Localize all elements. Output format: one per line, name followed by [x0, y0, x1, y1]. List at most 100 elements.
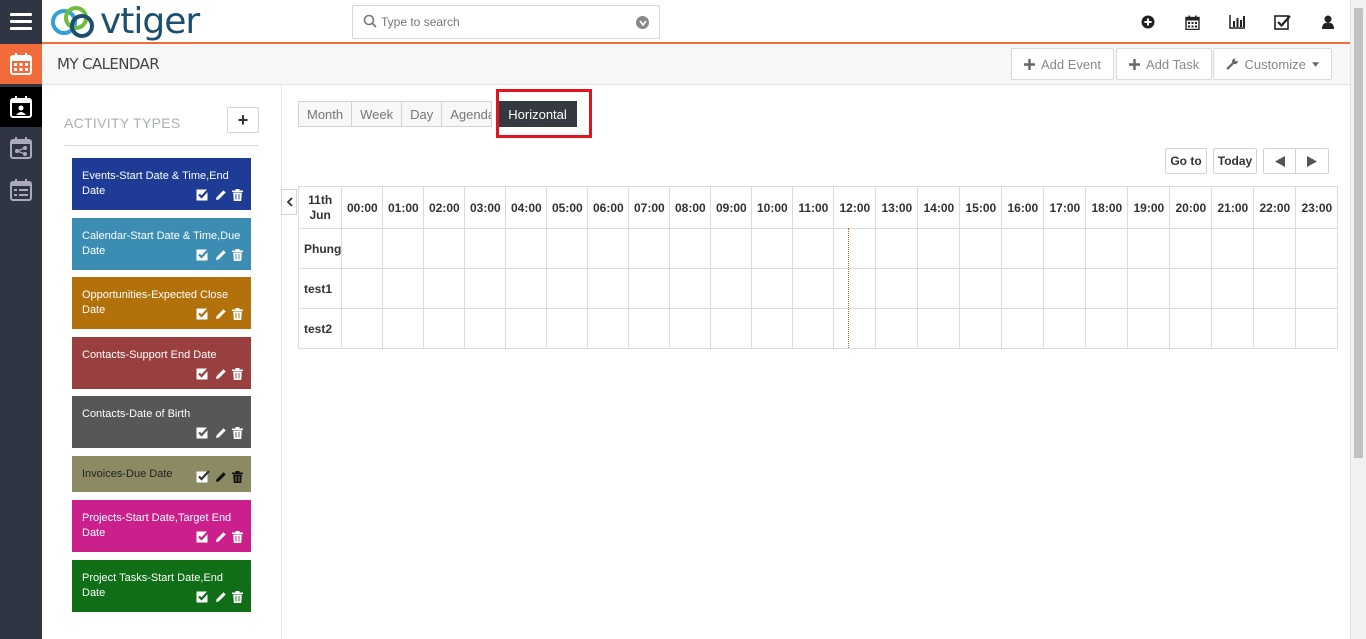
time-slot[interactable]: [917, 268, 961, 309]
trash-icon[interactable]: [232, 307, 243, 320]
time-slot[interactable]: [587, 308, 630, 349]
time-slot[interactable]: [875, 228, 919, 269]
global-search[interactable]: [352, 5, 660, 39]
visibility-checkbox-icon[interactable]: [196, 530, 210, 543]
time-slot[interactable]: [710, 228, 753, 269]
collapse-sidebar-button[interactable]: [281, 189, 297, 215]
time-slot[interactable]: [341, 308, 384, 349]
time-slot[interactable]: [875, 308, 919, 349]
activity-type-item[interactable]: Contacts-Support End Date: [72, 337, 251, 389]
time-slot[interactable]: [917, 228, 961, 269]
time-slot[interactable]: [423, 308, 466, 349]
visibility-checkbox-icon[interactable]: [196, 426, 210, 439]
edit-icon[interactable]: [215, 189, 227, 201]
time-slot[interactable]: [1127, 268, 1171, 309]
time-slot[interactable]: [751, 228, 794, 269]
visibility-checkbox-icon[interactable]: [196, 188, 210, 201]
trash-icon[interactable]: [232, 426, 243, 439]
time-slot[interactable]: [1085, 268, 1129, 309]
time-slot[interactable]: [959, 228, 1003, 269]
time-slot[interactable]: [1001, 228, 1045, 269]
time-slot[interactable]: [1043, 268, 1087, 309]
tab-week[interactable]: Week: [351, 101, 403, 127]
time-slot[interactable]: [505, 268, 548, 309]
time-slot[interactable]: [1295, 308, 1339, 349]
time-slot[interactable]: [464, 228, 507, 269]
edit-icon[interactable]: [215, 308, 227, 320]
time-slot[interactable]: [875, 268, 919, 309]
time-slot[interactable]: [546, 228, 589, 269]
scrollbar-thumb[interactable]: [1354, 8, 1363, 458]
trash-icon[interactable]: [232, 590, 243, 603]
trash-icon[interactable]: [232, 188, 243, 201]
tab-agenda[interactable]: Agenda: [441, 101, 493, 127]
time-slot[interactable]: [917, 308, 961, 349]
shared-calendar-icon[interactable]: [0, 128, 42, 168]
time-slot[interactable]: [959, 308, 1003, 349]
time-slot[interactable]: [959, 268, 1003, 309]
time-slot[interactable]: [382, 308, 425, 349]
time-slot[interactable]: [505, 228, 548, 269]
time-slot[interactable]: [341, 268, 384, 309]
tab-month[interactable]: Month: [298, 101, 353, 127]
calendar-icon[interactable]: [1170, 0, 1215, 44]
time-slot[interactable]: [1253, 268, 1297, 309]
prev-button[interactable]: [1263, 148, 1296, 174]
time-slot[interactable]: [382, 228, 425, 269]
add-activity-type-button[interactable]: +: [227, 107, 259, 133]
activity-type-item[interactable]: Events-Start Date & Time,End Date: [72, 158, 251, 210]
time-slot[interactable]: [1211, 308, 1255, 349]
time-slot[interactable]: [710, 308, 753, 349]
time-slot[interactable]: [341, 228, 384, 269]
trash-icon[interactable]: [232, 530, 243, 543]
edit-icon[interactable]: [215, 249, 227, 261]
time-slot[interactable]: [669, 268, 712, 309]
trash-icon[interactable]: [232, 248, 243, 261]
scrollbar[interactable]: [1350, 0, 1366, 639]
activity-type-item[interactable]: Invoices-Due Date: [72, 456, 251, 492]
activity-type-item[interactable]: Opportunities-Expected Close Date: [72, 277, 251, 329]
time-slot[interactable]: [587, 268, 630, 309]
user-icon[interactable]: [1305, 0, 1350, 44]
time-slot[interactable]: [833, 268, 877, 309]
trash-icon[interactable]: [232, 367, 243, 380]
time-slot[interactable]: [587, 228, 630, 269]
time-slot[interactable]: [464, 308, 507, 349]
customize-button[interactable]: Customize: [1213, 48, 1332, 80]
menu-icon[interactable]: [0, 0, 42, 43]
search-input[interactable]: [381, 12, 631, 32]
time-slot[interactable]: [1211, 268, 1255, 309]
time-slot[interactable]: [1169, 308, 1213, 349]
edit-icon[interactable]: [215, 531, 227, 543]
visibility-checkbox-icon[interactable]: [196, 307, 210, 320]
time-slot[interactable]: [669, 228, 712, 269]
vtiger-logo[interactable]: vtiger: [50, 3, 200, 41]
time-slot[interactable]: [546, 308, 589, 349]
time-slot[interactable]: [1295, 268, 1339, 309]
visibility-checkbox-icon[interactable]: [196, 248, 210, 261]
search-options-icon[interactable]: [636, 16, 649, 29]
activity-type-item[interactable]: Projects-Start Date,Target End Date: [72, 500, 251, 552]
time-slot[interactable]: [423, 228, 466, 269]
my-calendar-icon[interactable]: [0, 87, 42, 127]
time-slot[interactable]: [1253, 308, 1297, 349]
visibility-checkbox-icon[interactable]: [196, 590, 210, 603]
time-slot[interactable]: [792, 308, 835, 349]
time-slot[interactable]: [751, 308, 794, 349]
activity-type-item[interactable]: Contacts-Date of Birth: [72, 396, 251, 448]
time-slot[interactable]: [710, 268, 753, 309]
time-slot[interactable]: [1169, 268, 1213, 309]
time-slot[interactable]: [1169, 228, 1213, 269]
time-slot[interactable]: [1085, 308, 1129, 349]
activity-type-item[interactable]: Calendar-Start Date & Time,Due Date: [72, 218, 251, 270]
edit-icon[interactable]: [215, 368, 227, 380]
quick-create-icon[interactable]: [1125, 0, 1170, 44]
time-slot[interactable]: [1211, 228, 1255, 269]
visibility-checkbox-icon[interactable]: [196, 470, 210, 483]
time-slot[interactable]: [792, 268, 835, 309]
goto-button[interactable]: Go to: [1165, 148, 1207, 174]
tab-day[interactable]: Day: [401, 101, 443, 127]
time-slot[interactable]: [1127, 308, 1171, 349]
time-slot[interactable]: [505, 308, 548, 349]
time-slot[interactable]: [382, 268, 425, 309]
